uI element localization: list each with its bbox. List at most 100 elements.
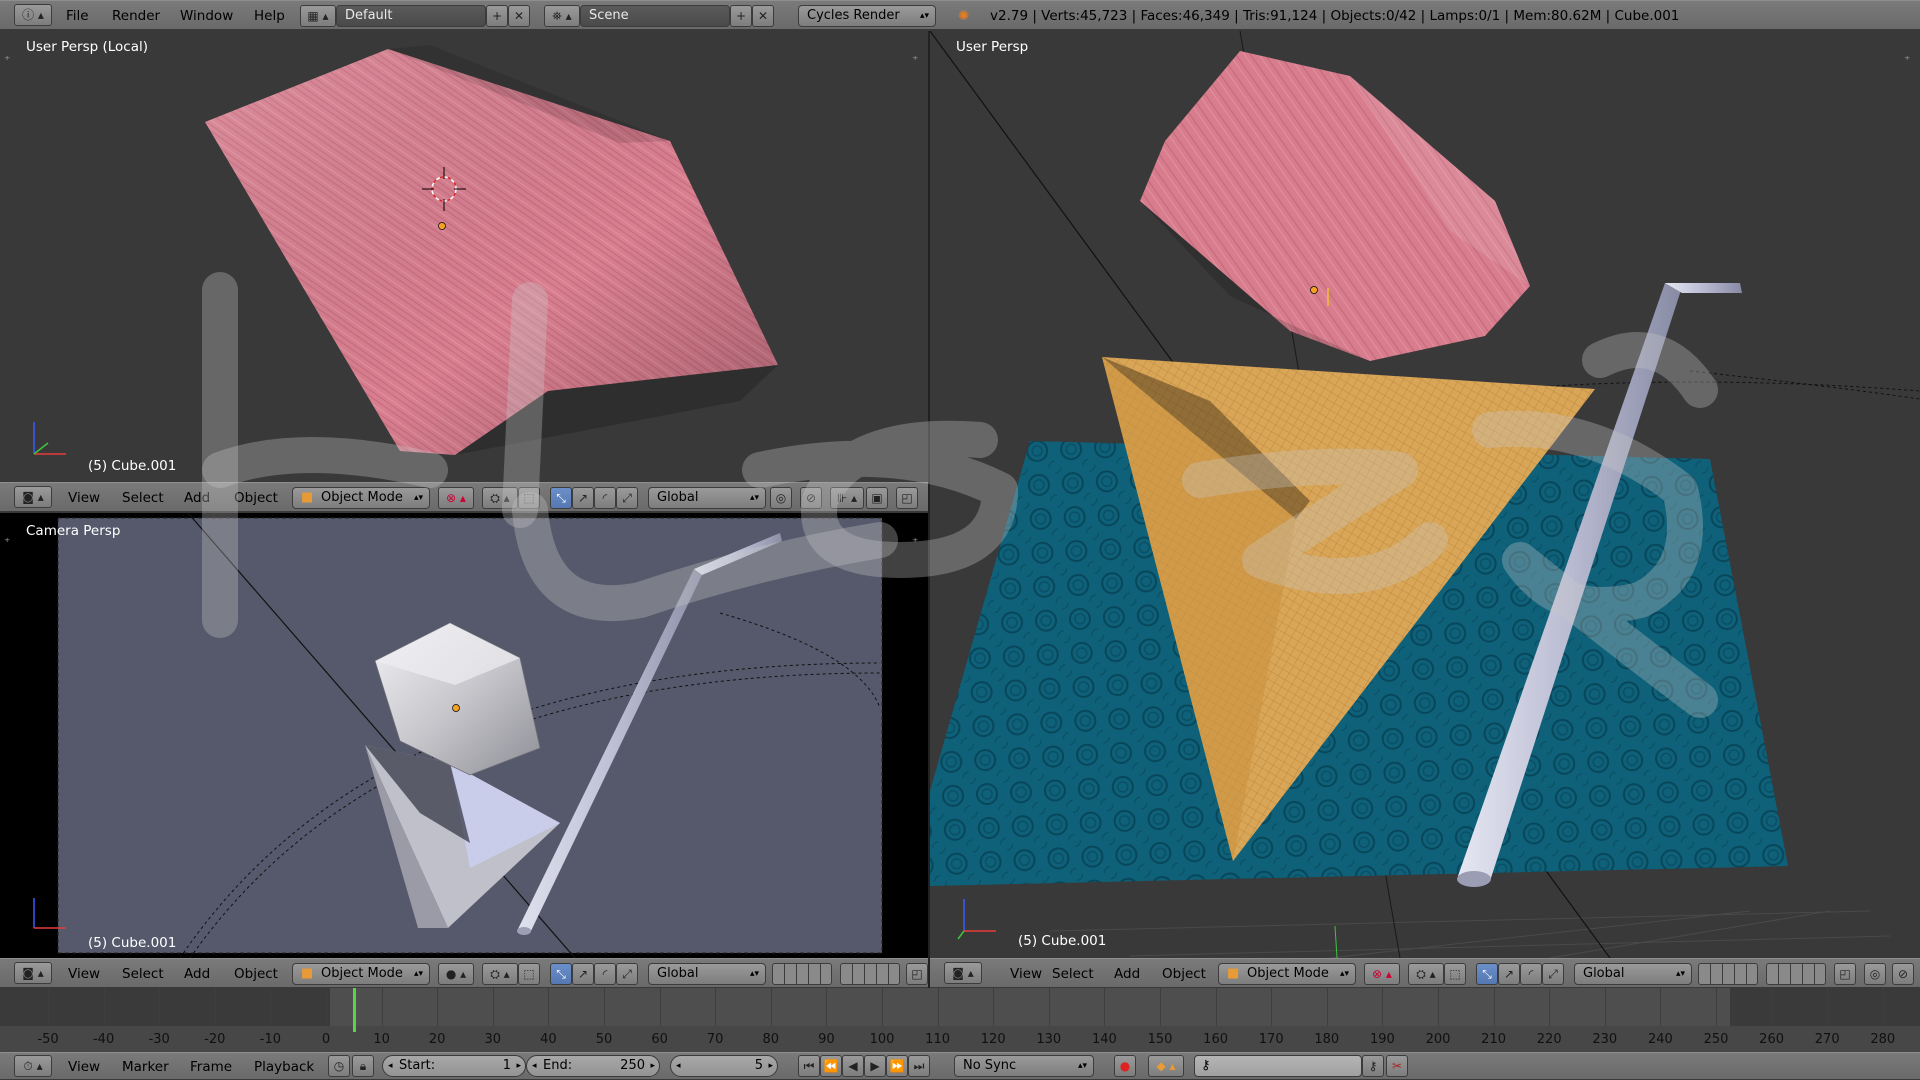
end-frame-field[interactable]: ◂ End: 250 ▸ xyxy=(526,1055,660,1077)
object-mode-dropdown[interactable]: ■ Object Mode ▴▾ xyxy=(292,963,430,985)
jump-to-end-icon[interactable]: ⏭ xyxy=(908,1055,930,1077)
area-split-corner-icon[interactable]: ⁺ xyxy=(912,53,918,67)
viewport-shading-icon[interactable]: ● ▴ xyxy=(438,963,474,985)
play-reverse-icon[interactable]: ◀ xyxy=(842,1055,864,1077)
viewport-top-left[interactable]: User Persp (Local) (5) Cube.001 ⁺ ⁺ xyxy=(0,31,928,481)
play-icon[interactable]: ▶ xyxy=(864,1055,886,1077)
viewport-bottom-left[interactable]: Camera Persp (5) Cube.001 ⁺ ⁺ xyxy=(0,513,928,958)
jump-to-start-icon[interactable]: ⏮ xyxy=(798,1055,820,1077)
decrement-arrow-icon[interactable]: ◂ xyxy=(532,1056,537,1076)
preview-range-icon[interactable]: ◷ xyxy=(328,1055,350,1077)
start-frame-field[interactable]: ◂ Start: 1 ▸ xyxy=(382,1055,526,1077)
layout-name-field[interactable]: Default xyxy=(336,5,486,27)
area-split-corner-icon[interactable]: ⁺ xyxy=(4,53,10,67)
object-mode-dropdown[interactable]: ■ Object Mode ▴▾ xyxy=(1218,963,1356,985)
pivot-point-icon[interactable]: ⛭ ▴ xyxy=(482,487,518,509)
manipulator-toggle-icon[interactable]: ⬚ xyxy=(518,487,540,509)
render-engine-dropdown[interactable]: Cycles Render ▴▾ xyxy=(798,5,936,27)
menu-select[interactable]: Select xyxy=(1052,966,1094,982)
increment-arrow-icon[interactable]: ▸ xyxy=(650,1056,655,1076)
insert-keyframe-icon[interactable]: ⚷ xyxy=(1362,1055,1384,1077)
transform-orientation-dropdown[interactable]: Global ▴▾ xyxy=(648,487,766,509)
current-frame-field[interactable]: ◂ 5 ▸ xyxy=(670,1055,778,1077)
timeline-menu-view[interactable]: View xyxy=(68,1059,100,1075)
layer-buttons-group-2[interactable] xyxy=(840,963,900,985)
area-split-corner-icon[interactable]: ⁺ xyxy=(1904,53,1910,67)
proportional-edit-icon[interactable]: ◎ xyxy=(770,487,792,509)
scale-manipulator-icon[interactable]: ◜ xyxy=(1520,963,1542,985)
scene-browse-icon[interactable]: ⛯ ▴ xyxy=(544,5,580,27)
layer-buttons-group-1[interactable] xyxy=(772,963,832,985)
transform-orientation-dropdown[interactable]: Global ▴▾ xyxy=(1574,963,1692,985)
manipulator-toggle-icon[interactable]: ⬚ xyxy=(1444,963,1466,985)
transform-pivot-icon[interactable]: ⤢ xyxy=(616,963,638,985)
keying-set-icon[interactable]: ◆ ▴ xyxy=(1148,1055,1184,1077)
render-preview-icon[interactable]: ◰ xyxy=(896,487,918,509)
translate-manipulator-icon[interactable]: ⤡ xyxy=(550,963,572,985)
render-preview-icon[interactable]: ◰ xyxy=(1834,963,1856,985)
menu-view[interactable]: View xyxy=(1010,966,1042,982)
editor-type-icon[interactable]: ◙ ▴ xyxy=(944,962,982,984)
jump-to-keyframe-back-icon[interactable]: ⏪ xyxy=(820,1055,842,1077)
menu-add[interactable]: Add xyxy=(184,966,210,982)
area-split-corner-icon[interactable]: ⁺ xyxy=(912,535,918,549)
layer-buttons-group-1[interactable] xyxy=(1698,963,1758,985)
viewport-shading-icon[interactable]: ⊗ ▴ xyxy=(438,487,474,509)
decrement-arrow-icon[interactable]: ◂ xyxy=(676,1056,681,1076)
scale-manipulator-icon[interactable]: ◜ xyxy=(594,487,616,509)
viewport-shading-icon[interactable]: ⊗ ▴ xyxy=(1364,963,1400,985)
menu-select[interactable]: Select xyxy=(122,490,164,506)
transform-pivot-icon[interactable]: ⤢ xyxy=(1542,963,1564,985)
info-editor-type-icon[interactable]: ⓘ ▴ xyxy=(14,4,52,26)
increment-arrow-icon[interactable]: ▸ xyxy=(768,1056,773,1076)
sync-mode-dropdown[interactable]: No Sync ▴▾ xyxy=(954,1055,1094,1077)
timeline-menu-playback[interactable]: Playback xyxy=(254,1059,314,1075)
menu-window[interactable]: Window xyxy=(180,8,233,24)
layout-browse-icon[interactable]: ▦ ▴ xyxy=(300,5,336,27)
editor-type-icon[interactable]: ◙ ▴ xyxy=(14,962,52,984)
editor-type-icon[interactable]: ◙ ▴ xyxy=(14,486,52,508)
menu-view[interactable]: View xyxy=(68,490,100,506)
record-keyframe-icon[interactable]: ● xyxy=(1114,1055,1136,1077)
translate-manipulator-icon[interactable]: ⤡ xyxy=(550,487,572,509)
menu-add[interactable]: Add xyxy=(184,490,210,506)
delete-keyframe-icon[interactable]: ✂ xyxy=(1386,1055,1408,1077)
menu-render[interactable]: Render xyxy=(112,8,160,24)
active-keying-set-field[interactable]: ⚷ xyxy=(1194,1055,1362,1077)
area-split-corner-icon[interactable]: ⁺ xyxy=(4,535,10,549)
rotate-manipulator-icon[interactable]: ↗ xyxy=(1498,963,1520,985)
jump-to-keyframe-forward-icon[interactable]: ⏩ xyxy=(886,1055,908,1077)
decrement-arrow-icon[interactable]: ◂ xyxy=(388,1056,393,1076)
menu-help[interactable]: Help xyxy=(254,8,285,24)
snap-target-icon[interactable]: ▣ xyxy=(866,487,888,509)
pivot-point-icon[interactable]: ⛭ ▴ xyxy=(482,963,518,985)
menu-object[interactable]: Object xyxy=(1162,966,1206,982)
menu-add[interactable]: Add xyxy=(1114,966,1140,982)
snap-toggle-icon[interactable]: ⊘ xyxy=(800,487,822,509)
increment-arrow-icon[interactable]: ▸ xyxy=(516,1056,521,1076)
render-preview-icon[interactable]: ◰ xyxy=(906,963,928,985)
object-mode-dropdown[interactable]: ■ Object Mode ▴▾ xyxy=(292,487,430,509)
transform-pivot-icon[interactable]: ⤢ xyxy=(616,487,638,509)
transform-orientation-dropdown[interactable]: Global ▴▾ xyxy=(648,963,766,985)
viewport-right[interactable]: User Persp (5) Cube.001 ⁺ xyxy=(930,31,1920,958)
scale-manipulator-icon[interactable]: ◜ xyxy=(594,963,616,985)
snap-toggle-icon[interactable]: ⊘ xyxy=(1892,963,1914,985)
menu-object[interactable]: Object xyxy=(234,490,278,506)
timeline-menu-frame[interactable]: Frame xyxy=(190,1059,232,1075)
proportional-edit-icon[interactable]: ◎ xyxy=(1864,963,1886,985)
lock-icon[interactable]: 🔒︎ xyxy=(352,1055,374,1077)
snap-element-icon[interactable]: ⊪ ▴ xyxy=(830,487,864,509)
rotate-manipulator-icon[interactable]: ↗ xyxy=(572,487,594,509)
translate-manipulator-icon[interactable]: ⤡ xyxy=(1476,963,1498,985)
manipulator-toggle-icon[interactable]: ⬚ xyxy=(518,963,540,985)
layout-close-icon[interactable]: ✕ xyxy=(508,5,530,27)
menu-view[interactable]: View xyxy=(68,966,100,982)
layer-buttons-group-2[interactable] xyxy=(1766,963,1826,985)
scene-name-field[interactable]: Scene xyxy=(580,5,730,27)
scene-add-icon[interactable]: + xyxy=(730,5,752,27)
scene-close-icon[interactable]: ✕ xyxy=(752,5,774,27)
timeline-menu-marker[interactable]: Marker xyxy=(122,1059,169,1075)
menu-select[interactable]: Select xyxy=(122,966,164,982)
rotate-manipulator-icon[interactable]: ↗ xyxy=(572,963,594,985)
